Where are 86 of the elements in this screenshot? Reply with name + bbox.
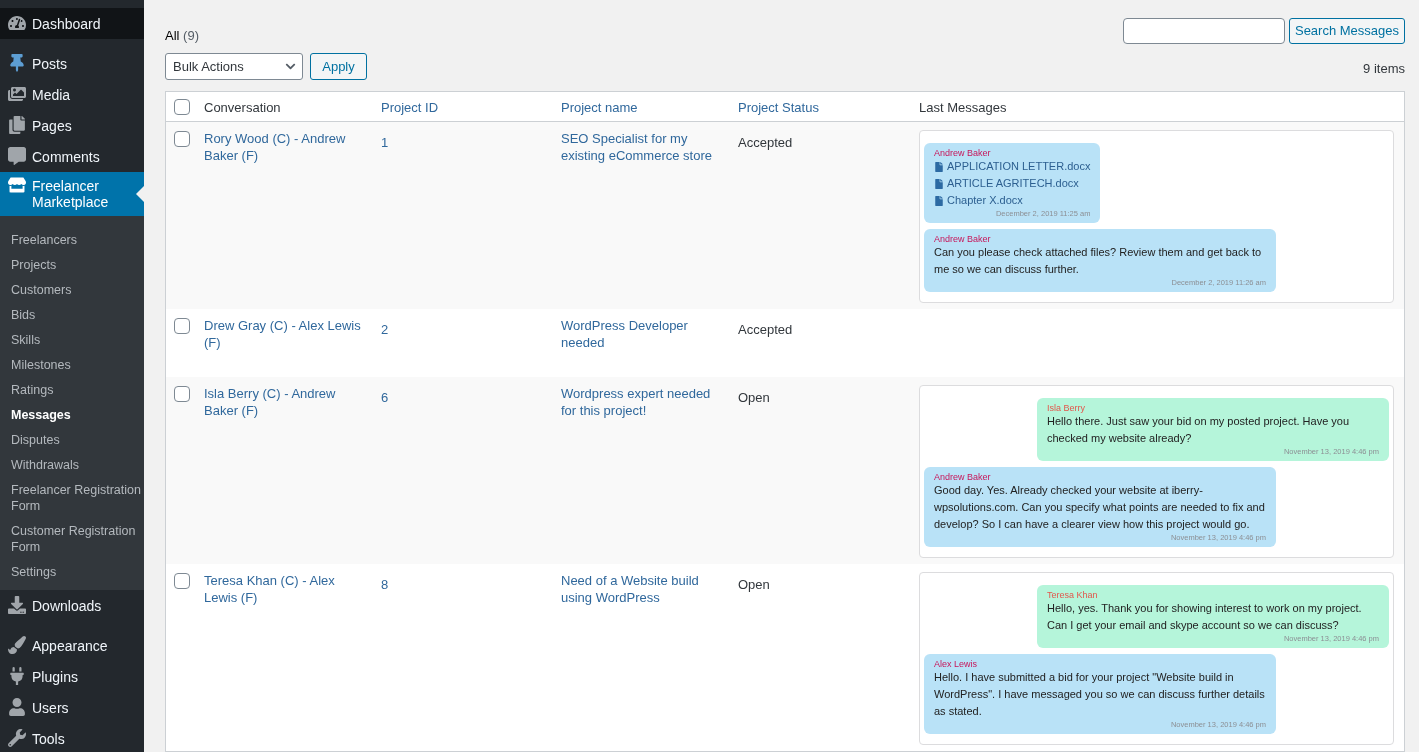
menu-item[interactable]: Users — [0, 692, 144, 723]
search-field[interactable] — [1123, 18, 1285, 44]
message-text: Hello there. Just saw your bid on my posted project. Have you checked my website already? — [1047, 414, 1351, 446]
wrench-icon — [8, 728, 26, 747]
download-icon — [8, 595, 26, 614]
column-sort-link[interactable]: Project name — [561, 99, 638, 115]
document-icon — [934, 178, 944, 189]
conversation-link[interactable]: Isla Berry (C) - Andrew Baker (F) — [204, 385, 361, 419]
submenu-item[interactable]: Customer Registration Form — [11, 522, 142, 555]
column-header: Last Messages — [919, 99, 1007, 115]
submenu-item[interactable]: Messages — [11, 406, 71, 423]
file-link[interactable]: ARTICLE AGRITECH.docx — [947, 175, 1079, 192]
filter-link[interactable]: All (9) — [165, 29, 199, 43]
number-link[interactable]: 8 — [381, 576, 389, 593]
bulk-actions-select[interactable]: Bulk Actions — [165, 53, 303, 80]
message-text: Hello, yes. Thank you for showing interest to work on my project. Can I get your email and skype account so we can discuss? — [1047, 601, 1363, 633]
store-icon — [8, 176, 26, 194]
apply-button[interactable]: Apply — [310, 53, 367, 80]
gauge-icon — [8, 13, 26, 32]
menu-item[interactable]: Media — [0, 79, 144, 110]
pointer-triangle-icon — [136, 186, 144, 202]
number-link[interactable]: 1 — [381, 134, 389, 151]
checkbox[interactable] — [174, 131, 190, 147]
submenu-item[interactable]: Customers — [11, 281, 72, 298]
status-text: Accepted — [738, 321, 793, 338]
number-link[interactable]: 2 — [381, 321, 389, 338]
file-link[interactable]: Chapter X.docx — [947, 192, 1023, 209]
message-text: Hello. I have submitted a bid for your project "Website build in WordPress". I have messaged you so we can discuss further details as stated. — [934, 670, 1266, 719]
sender-name: Isla Berry — [1047, 403, 1085, 413]
status-text: Open — [738, 576, 770, 593]
submenu-item[interactable]: Bids — [11, 306, 36, 323]
title-link[interactable]: Need of a Website build using WordPress — [561, 572, 718, 606]
number-link[interactable]: 6 — [381, 389, 389, 406]
plug-icon — [8, 666, 26, 685]
status-text: Open — [738, 389, 770, 406]
submenu-item[interactable]: Freelancers — [11, 231, 77, 248]
sender-name: Andrew Baker — [934, 234, 991, 244]
title-link[interactable]: WordPress Developer needed — [561, 317, 718, 351]
sender-name: Andrew Baker — [934, 472, 991, 482]
comment-icon — [8, 146, 26, 165]
conversation-link[interactable]: Rory Wood (C) - Andrew Baker (F) — [204, 130, 361, 164]
menu-item[interactable]: Downloads — [0, 590, 144, 621]
submenu-item[interactable]: Ratings — [11, 381, 54, 398]
submenu-item[interactable]: Milestones — [11, 356, 71, 373]
conversation-link[interactable]: Teresa Khan (C) - Alex Lewis (F) — [204, 572, 361, 606]
menu-item[interactable]: Plugins — [0, 661, 144, 692]
search-button[interactable]: Search Messages — [1289, 18, 1405, 44]
checkbox[interactable] — [174, 318, 190, 334]
paintbrush-icon — [8, 635, 26, 654]
checkbox[interactable] — [174, 98, 190, 115]
document-icon — [934, 161, 944, 172]
sender-name: Alex Lewis — [934, 659, 978, 669]
checkbox[interactable] — [174, 573, 190, 589]
conversation-link[interactable]: Drew Gray (C) - Alex Lewis (F) — [204, 317, 361, 351]
checkbox[interactable] — [174, 386, 190, 402]
menu-item[interactable]: Dashboard — [0, 8, 144, 39]
submenu-item[interactable]: Settings — [11, 563, 57, 580]
menu-item[interactable]: Freelancer Marketplace — [0, 172, 144, 216]
submenu-item[interactable]: Skills — [11, 331, 41, 348]
sender-name: Teresa Khan — [1047, 590, 1098, 600]
chevron-down-icon — [285, 61, 296, 72]
user-icon — [8, 697, 26, 716]
document-icon — [934, 195, 944, 206]
images-icon — [8, 84, 26, 103]
menu-item[interactable]: Tools — [0, 723, 144, 752]
column-header: Conversation — [204, 99, 281, 115]
title-link[interactable]: SEO Specialist for my existing eCommerce store — [561, 130, 718, 164]
title-link[interactable]: Wordpress expert needed for this project! — [561, 385, 718, 419]
menu-item[interactable]: Pages — [0, 110, 144, 141]
sender-name: Andrew Baker — [934, 148, 991, 158]
submenu-item[interactable]: Freelancer Registration Form — [11, 481, 142, 514]
status-text: Accepted — [738, 134, 793, 151]
pages-icon — [8, 115, 26, 134]
submenu-item[interactable]: Projects — [11, 256, 57, 273]
menu-item[interactable]: Posts — [0, 48, 144, 79]
menu-item[interactable]: Comments — [0, 141, 144, 172]
menu-item[interactable]: Appearance — [0, 630, 144, 661]
message-text: Good day. Yes. Already checked your website at iberry-wpsolutions.com. Can you specify what points are needed to fix and develop? So I can have a clearer view how this project would go. — [934, 483, 1266, 532]
column-sort-link[interactable]: Project Status — [738, 99, 819, 115]
column-sort-link[interactable]: Project ID — [381, 99, 439, 115]
file-link[interactable]: APPLICATION LETTER.docx — [947, 158, 1091, 175]
submenu-item[interactable]: Withdrawals — [11, 456, 80, 473]
items-count: 9 items — [1363, 62, 1405, 76]
submenu-item[interactable]: Disputes — [11, 431, 60, 448]
pin-icon — [8, 53, 26, 72]
message-text: Can you please check attached files? Review them and get back to me so we can discuss further. — [934, 245, 1263, 277]
